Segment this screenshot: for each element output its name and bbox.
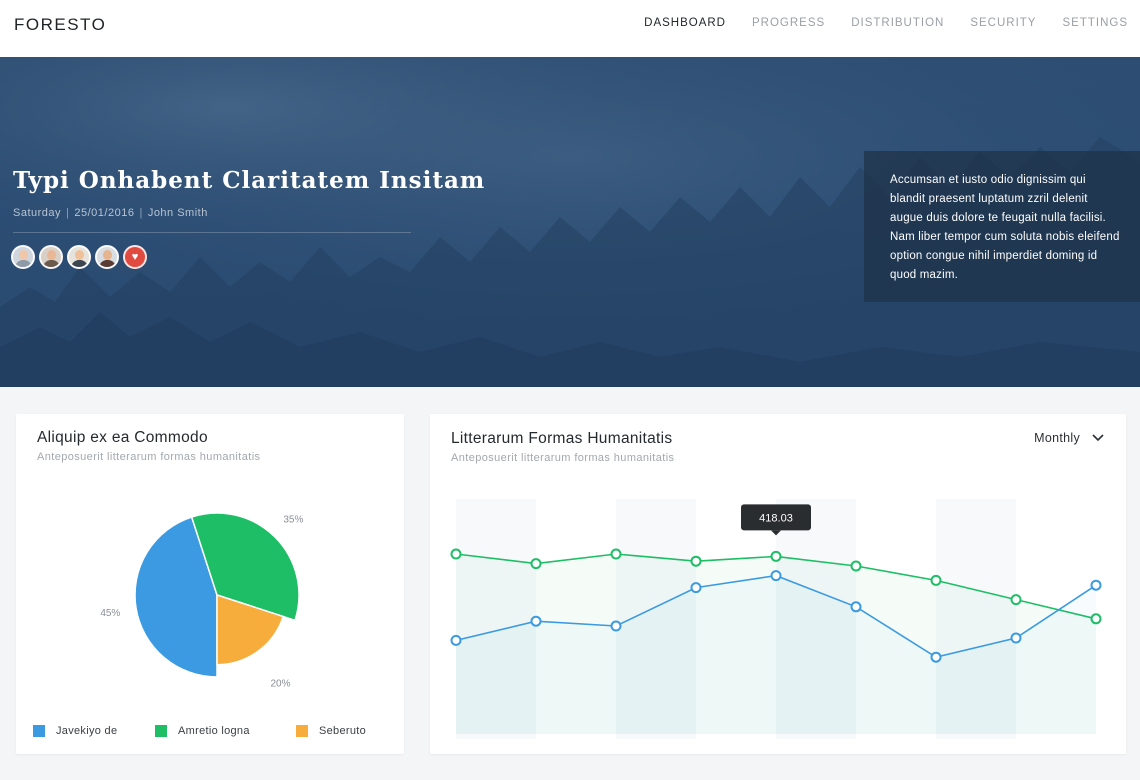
legend-label: Amretio logna: [178, 725, 250, 737]
data-point[interactable]: [690, 555, 702, 567]
legend-item[interactable]: Amretio logna: [155, 725, 296, 737]
pie-value-label: 45%: [100, 608, 120, 619]
legend-swatch: [155, 725, 167, 737]
legend-swatch: [33, 725, 45, 737]
legend-swatch: [296, 725, 308, 737]
pie-value-label: 35%: [283, 515, 303, 526]
avatar[interactable]: [11, 245, 35, 269]
hero-title: Typi Onhabent Claritatem Insitam: [13, 167, 486, 194]
data-point[interactable]: [850, 601, 862, 613]
avatar-group: ♥: [11, 245, 147, 269]
data-point[interactable]: [450, 634, 462, 646]
legend-item[interactable]: Javekiyo de: [33, 725, 155, 737]
avatar[interactable]: [67, 245, 91, 269]
pie-value-label: 20%: [270, 678, 290, 689]
hero-day: Saturday: [13, 207, 62, 219]
heart-icon[interactable]: ♥: [123, 245, 147, 269]
tooltip-value: 418.03: [759, 512, 793, 524]
hero-quote-box: Accumsan et iusto odio dignissim qui bla…: [864, 151, 1140, 302]
pie-legend: Javekiyo de Amretio logna Seberuto: [33, 725, 396, 737]
meta-separator: |: [139, 207, 143, 219]
data-point[interactable]: [450, 548, 462, 560]
data-point[interactable]: [610, 620, 622, 632]
data-point[interactable]: [530, 615, 542, 627]
line-chart-card: Litterarum Formas Humanitatis Anteposuer…: [430, 414, 1126, 754]
pie-chart: 45% 35% 20%: [100, 512, 303, 689]
data-point[interactable]: [770, 570, 782, 582]
data-point[interactable]: [770, 550, 782, 562]
top-navbar: FORESTO DASHBOARD PROGRESS DISTRIBUTION …: [0, 0, 1140, 57]
nav-settings[interactable]: SETTINGS: [1062, 17, 1128, 29]
hero-divider: [13, 232, 411, 233]
nav-distribution[interactable]: DISTRIBUTION: [851, 17, 944, 29]
hero-author[interactable]: John Smith: [148, 207, 208, 219]
data-point[interactable]: [850, 560, 862, 572]
nav-dashboard[interactable]: DASHBOARD: [644, 17, 726, 29]
data-point[interactable]: [690, 582, 702, 594]
pie-chart-card: Aliquip ex ea Commodo Anteposuerit litte…: [16, 414, 404, 754]
data-point[interactable]: [930, 651, 942, 663]
avatar[interactable]: [39, 245, 63, 269]
main-nav: DASHBOARD PROGRESS DISTRIBUTION SECURITY…: [644, 17, 1128, 29]
data-point[interactable]: [930, 574, 942, 586]
data-point[interactable]: [610, 548, 622, 560]
legend-item[interactable]: Seberuto: [296, 725, 396, 737]
nav-progress[interactable]: PROGRESS: [752, 17, 825, 29]
hero-banner: Typi Onhabent Claritatem Insitam Saturda…: [0, 57, 1140, 387]
data-point[interactable]: [1090, 579, 1102, 591]
nav-security[interactable]: SECURITY: [970, 17, 1036, 29]
data-point[interactable]: [1010, 632, 1022, 644]
data-point[interactable]: [1010, 594, 1022, 606]
meta-separator: |: [66, 207, 70, 219]
brand-logo[interactable]: FORESTO: [14, 15, 106, 35]
hero-date: 25/01/2016: [74, 207, 135, 219]
legend-label: Javekiyo de: [56, 725, 118, 737]
hero-meta: Saturday | 25/01/2016 | John Smith: [13, 207, 208, 219]
legend-label: Seberuto: [319, 725, 367, 737]
line-chart: 418.03: [450, 499, 1102, 739]
avatar[interactable]: [95, 245, 119, 269]
data-point[interactable]: [530, 558, 542, 570]
